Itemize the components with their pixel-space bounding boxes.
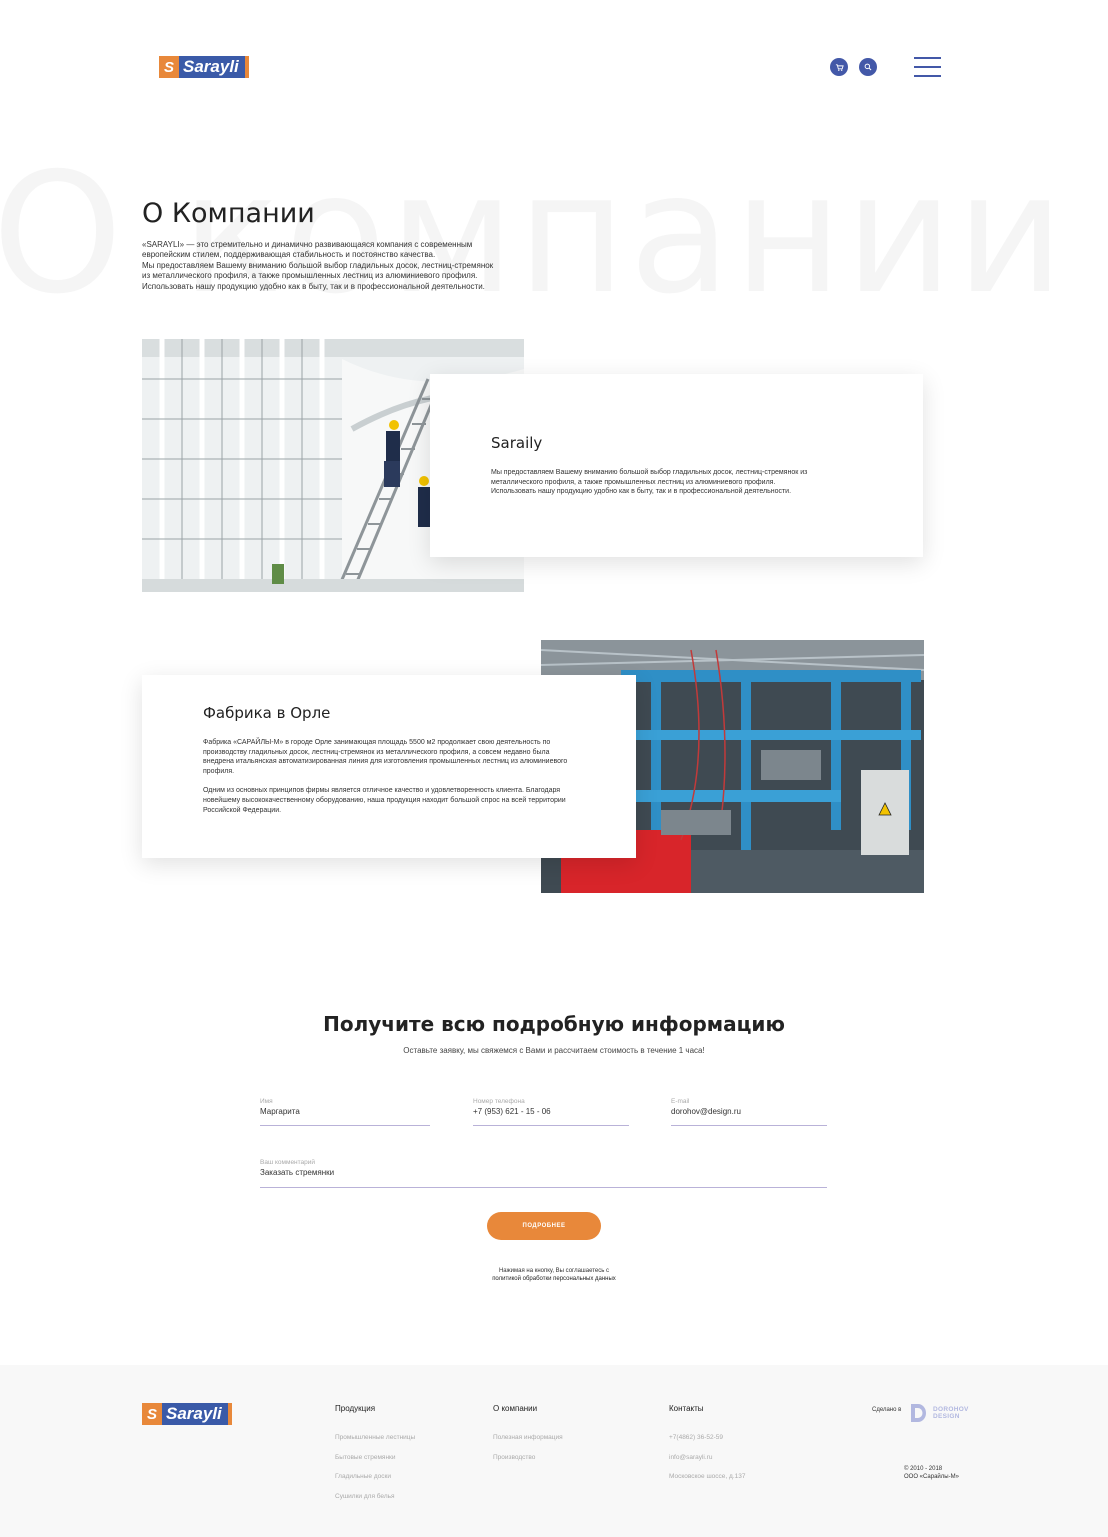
comment-field: Ваш комментарий <box>260 1159 827 1188</box>
studio-name-line: DESIGN <box>933 1413 960 1420</box>
about-paragraph: «SARAYLI» — это стремительно и динамично… <box>142 240 473 260</box>
footer-email-link[interactable]: info@sarayli.ru <box>669 1454 745 1461</box>
search-button[interactable] <box>859 58 877 76</box>
form-title: Получите всю подробную информацию <box>323 1012 785 1036</box>
logo-text: Sarayli <box>162 1403 232 1425</box>
menu-line <box>914 57 941 59</box>
email-label: E-mail <box>671 1098 690 1105</box>
footer-address: Московское шоссе, д.137 <box>669 1473 746 1480</box>
card-text: Фабрика «САРАЙЛЫ-М» в городе Орле занима… <box>203 738 573 815</box>
email-input[interactable] <box>671 1107 827 1116</box>
studio-name-line: DOROHOV <box>933 1406 969 1413</box>
consent-text: Нажимая на кнопку, Вы соглашаетесь с пол… <box>0 1267 1108 1283</box>
comment-input[interactable] <box>260 1168 827 1177</box>
card-title: Фабрика в Орле <box>203 704 331 722</box>
footer-column-products: Продукция Промышленные лестницы Бытовые … <box>335 1404 415 1512</box>
footer-link[interactable]: Промышленные лестницы <box>335 1434 415 1441</box>
comment-label: Ваш комментарий <box>260 1159 316 1166</box>
name-field: Имя <box>260 1098 430 1126</box>
menu-line <box>914 75 941 77</box>
about-text: «SARAYLI» — это стремительно и динамично… <box>142 240 502 292</box>
menu-icon[interactable] <box>914 57 941 77</box>
copyright-years: © 2010 - 2018 <box>904 1466 943 1472</box>
phone-label: Номер телефона <box>473 1098 525 1105</box>
footer-column-contacts: Контакты +7(4862) 36-52-59 info@sarayli.… <box>669 1404 745 1493</box>
factory-card: Фабрика в Орле Фабрика «САРАЙЛЫ-М» в гор… <box>142 675 636 858</box>
footer: S Sarayli Продукция Промышленные лестниц… <box>0 1365 1108 1537</box>
studio-logo-icon[interactable] <box>910 1403 928 1423</box>
phone-field: Номер телефона <box>473 1098 629 1126</box>
footer-column-about: О компании Полезная информация Производс… <box>493 1404 563 1473</box>
submit-button[interactable]: ПОДРОБНЕЕ <box>487 1212 601 1240</box>
company-card: Saraily Мы предоставляем Вашему вниманию… <box>430 374 923 557</box>
footer-column-heading: Продукция <box>335 1404 376 1413</box>
made-by-label: Сделано в <box>872 1407 902 1413</box>
name-input[interactable] <box>260 1107 430 1116</box>
copyright-company: ООО «Сарайлы-М» <box>904 1474 959 1480</box>
privacy-policy-link[interactable]: политикой обработки персональных данных <box>492 1276 616 1282</box>
about-paragraph: Мы предоставляем Вашему вниманию большой… <box>142 260 494 281</box>
page-title: О Компании <box>142 198 315 229</box>
footer-column-heading: О компании <box>493 1404 538 1413</box>
about-paragraph: Использовать нашу продукцию удобно как в… <box>142 281 485 291</box>
footer-link[interactable]: Сушилки для белья <box>335 1493 415 1500</box>
footer-column-heading: Контакты <box>669 1404 704 1413</box>
footer-link[interactable]: Полезная информация <box>493 1434 563 1441</box>
footer-link[interactable]: Производство <box>493 1454 563 1461</box>
card-paragraph: Одним из основных принципов фирмы являет… <box>203 787 566 814</box>
consent-line: Нажимая на кнопку, Вы соглашаетесь с <box>498 1268 610 1274</box>
email-field: E-mail <box>671 1098 827 1126</box>
footer-link[interactable]: Гладильные доски <box>335 1473 415 1480</box>
studio-name: DOROHOV DESIGN <box>933 1406 969 1420</box>
menu-line <box>914 66 941 68</box>
card-paragraph: Фабрика «САРАЙЛЫ-М» в городе Орле занима… <box>203 739 568 775</box>
cart-button[interactable] <box>830 58 848 76</box>
name-label: Имя <box>260 1098 273 1105</box>
cart-icon <box>835 63 844 71</box>
logo-text: Sarayli <box>179 56 249 78</box>
card-title: Saraily <box>491 434 543 452</box>
logo-mark: S <box>142 1403 162 1425</box>
footer-link[interactable]: Бытовые стремянки <box>335 1454 415 1461</box>
search-icon <box>864 63 872 71</box>
card-paragraph: Мы предоставляем Вашему вниманию большой… <box>491 469 808 496</box>
phone-input[interactable] <box>473 1107 629 1116</box>
logo-mark: S <box>159 56 179 78</box>
header-logo[interactable]: S Sarayli <box>159 56 249 78</box>
copyright: © 2010 - 2018 ООО «Сарайлы-М» <box>904 1465 959 1481</box>
footer-logo[interactable]: S Sarayli <box>142 1403 232 1425</box>
card-text: Мы предоставляем Вашему вниманию большой… <box>491 468 811 497</box>
footer-phone-link[interactable]: +7(4862) 36-52-59 <box>669 1434 745 1441</box>
form-subtitle: Оставьте заявку, мы свяжемся с Вами и ра… <box>403 1046 705 1055</box>
background-word: О компании <box>0 138 1068 331</box>
